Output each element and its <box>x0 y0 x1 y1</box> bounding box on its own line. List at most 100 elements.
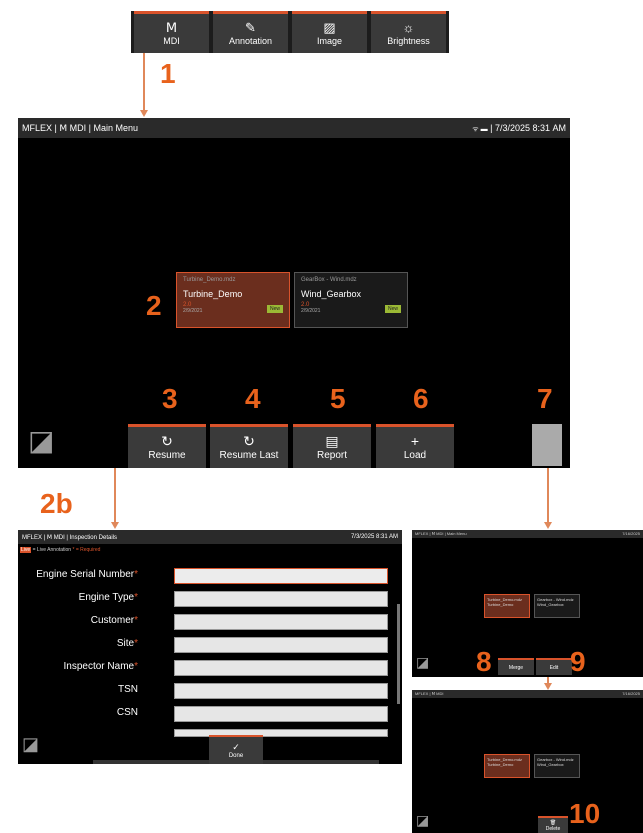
arrow-connector <box>114 468 116 523</box>
callout-10: 10 <box>569 798 601 829</box>
required-mark: * <box>134 638 138 649</box>
datetime: 7/3/2025 8:31 AM <box>494 122 566 133</box>
engine-type-input[interactable] <box>174 591 388 607</box>
datetime: 7/3/2025 8:31 AM <box>350 534 398 540</box>
edit-mini-screen: MFLEX | Ⅿ MDI 7/16/2025 Turbine_Demo.mdz T… <box>412 690 643 833</box>
required-mark: * <box>134 569 138 580</box>
datetime: 7/16/2025 <box>622 691 640 696</box>
callout-5: 5 <box>330 383 346 414</box>
logo-icon: ◪ <box>22 734 40 754</box>
callout-2: 2 <box>146 290 162 321</box>
delete-button[interactable]: 🗑 Delete <box>538 816 568 833</box>
resume-last-button[interactable]: ↻ Resume Last <box>210 424 288 468</box>
csn-input[interactable] <box>174 706 388 722</box>
callout-9: 9 <box>570 646 586 677</box>
partial-input[interactable] <box>174 729 388 737</box>
project-card-gearbox[interactable]: Gearbox - Wind.mdz Wind_Gearbox <box>534 594 580 618</box>
screen-title: MFLEX | Ⅿ MDI | Main Menu <box>22 122 138 133</box>
merge-button[interactable]: Merge <box>498 658 534 675</box>
callout-4: 4 <box>245 383 261 414</box>
inspection-details-screen: MFLEX | Ⅿ MDI | Inspection Details 7/3/2… <box>18 530 402 764</box>
screen-title: MFLEX | Ⅿ MDI | Inspection Details <box>22 534 117 541</box>
label-text: Inspector Name <box>63 661 135 672</box>
field-label: Inspector Name* <box>64 661 139 672</box>
project-card-gearbox[interactable]: GearBox - Wind.mdz Wind_Gearbox 2.0 2/9/… <box>294 272 408 328</box>
label-text: Engine Serial Number <box>36 569 135 580</box>
card-name: Turbine_Demo <box>487 602 514 607</box>
form-row-engine-type: Engine Type* <box>18 591 390 608</box>
brightness-button[interactable]: ☼ Brightness <box>371 11 446 53</box>
engine-serial-number-input[interactable] <box>174 568 388 584</box>
card-name: Turbine_Demo <box>183 289 243 299</box>
delete-label: Delete <box>545 825 561 832</box>
arrow-connector <box>143 53 145 111</box>
label-text: Engine Type <box>78 592 135 603</box>
required-mark: * <box>134 661 138 672</box>
form-row-customer: Customer* <box>18 614 390 631</box>
done-label: Done <box>228 753 244 759</box>
resume-button[interactable]: ↻ Resume <box>128 424 206 468</box>
form-row-engine-serial: Engine Serial Number* <box>18 568 390 585</box>
label-text: CSN <box>116 707 138 718</box>
check-icon: ✓ <box>232 742 240 752</box>
wifi-battery-icon: ᯤ ▬ <box>472 125 488 133</box>
logo-icon: ◪ <box>28 425 55 456</box>
done-button[interactable]: ✓ Done <box>209 735 263 764</box>
arrow-head <box>544 522 552 529</box>
project-card-turbine[interactable]: Turbine_Demo.mdz Turbine_Demo <box>484 594 530 618</box>
status-bar: MFLEX | Ⅿ MDI | Inspection Details 7/3/2… <box>18 530 402 544</box>
card-name: Turbine_Demo <box>487 762 514 767</box>
customer-input[interactable] <box>174 614 388 630</box>
project-card-turbine[interactable]: Turbine_Demo.mdz Turbine_Demo <box>484 754 530 778</box>
tsn-input[interactable] <box>174 683 388 699</box>
callout-7: 7 <box>537 383 553 414</box>
scrollbar[interactable] <box>397 604 400 704</box>
annotation-button[interactable]: ✎ Annotation <box>213 11 288 53</box>
field-label: Engine Serial Number* <box>36 569 138 580</box>
resume-last-icon: ↻ <box>243 433 255 449</box>
arrow-connector <box>547 468 549 523</box>
datetime: 7/16/2025 <box>622 531 640 536</box>
card-filename: Turbine_Demo.mdz <box>183 277 236 283</box>
card-name: Wind_Gearbox <box>301 289 362 299</box>
project-card-turbine[interactable]: Turbine_Demo.mdz Turbine_Demo 2.0 2/9/20… <box>176 272 290 328</box>
arrow-head <box>111 522 119 529</box>
image-button[interactable]: ▨ Image <box>292 11 367 53</box>
live-view-thumbnail[interactable] <box>532 424 562 466</box>
brightness-button-label: Brightness <box>387 36 430 46</box>
form-row-tsn: TSN <box>18 683 390 700</box>
form-row-inspector: Inspector Name* <box>18 660 390 677</box>
live-legend-text: = Live Annotation <box>31 547 73 553</box>
logo-icon: ◪ <box>416 812 430 828</box>
mdi-button-label: MDI <box>163 36 180 46</box>
annotation-button-label: Annotation <box>228 36 273 46</box>
mdi-button[interactable]: Ⅿ MDI <box>134 11 209 53</box>
label-text: TSN <box>118 684 138 695</box>
mdi-icon: Ⅿ <box>165 20 178 35</box>
report-button[interactable]: ▤ Report <box>293 424 371 468</box>
required-mark: * <box>134 592 138 603</box>
callout-6: 6 <box>413 383 429 414</box>
load-button[interactable]: + Load <box>376 424 454 468</box>
site-input[interactable] <box>174 637 388 653</box>
arrow-head <box>140 110 148 117</box>
card-name: Wind_Gearbox <box>537 762 564 767</box>
card-filename: GearBox - Wind.mdz <box>301 277 357 283</box>
resume-label: Resume <box>148 450 186 461</box>
form-row-site: Site* <box>18 637 390 654</box>
main-menu-mini-screen: MFLEX | Ⅿ MDI | Main Menu 7/16/2025 Turbi… <box>412 530 643 677</box>
new-badge: New <box>266 305 283 313</box>
live-legend-badge: Live <box>20 547 32 553</box>
field-label: Site* <box>117 638 138 649</box>
field-label: Engine Type* <box>79 592 138 603</box>
report-label: Report <box>316 450 347 461</box>
main-menu-screen: MFLEX | Ⅿ MDI | Main Menu ᯤ ▬ | 7/3/2025… <box>18 118 570 468</box>
edit-button[interactable]: Edit <box>536 658 572 675</box>
field-label: Customer* <box>91 615 138 626</box>
status-right: ᯤ ▬ | 7/3/2025 8:31 AM <box>472 122 566 133</box>
card-name: Wind_Gearbox <box>537 602 564 607</box>
label-text: Customer <box>90 615 135 626</box>
inspector-name-input[interactable] <box>174 660 388 676</box>
plus-icon: + <box>410 433 420 449</box>
project-card-gearbox[interactable]: Gearbox - Wind.mdz Wind_Gearbox <box>534 754 580 778</box>
